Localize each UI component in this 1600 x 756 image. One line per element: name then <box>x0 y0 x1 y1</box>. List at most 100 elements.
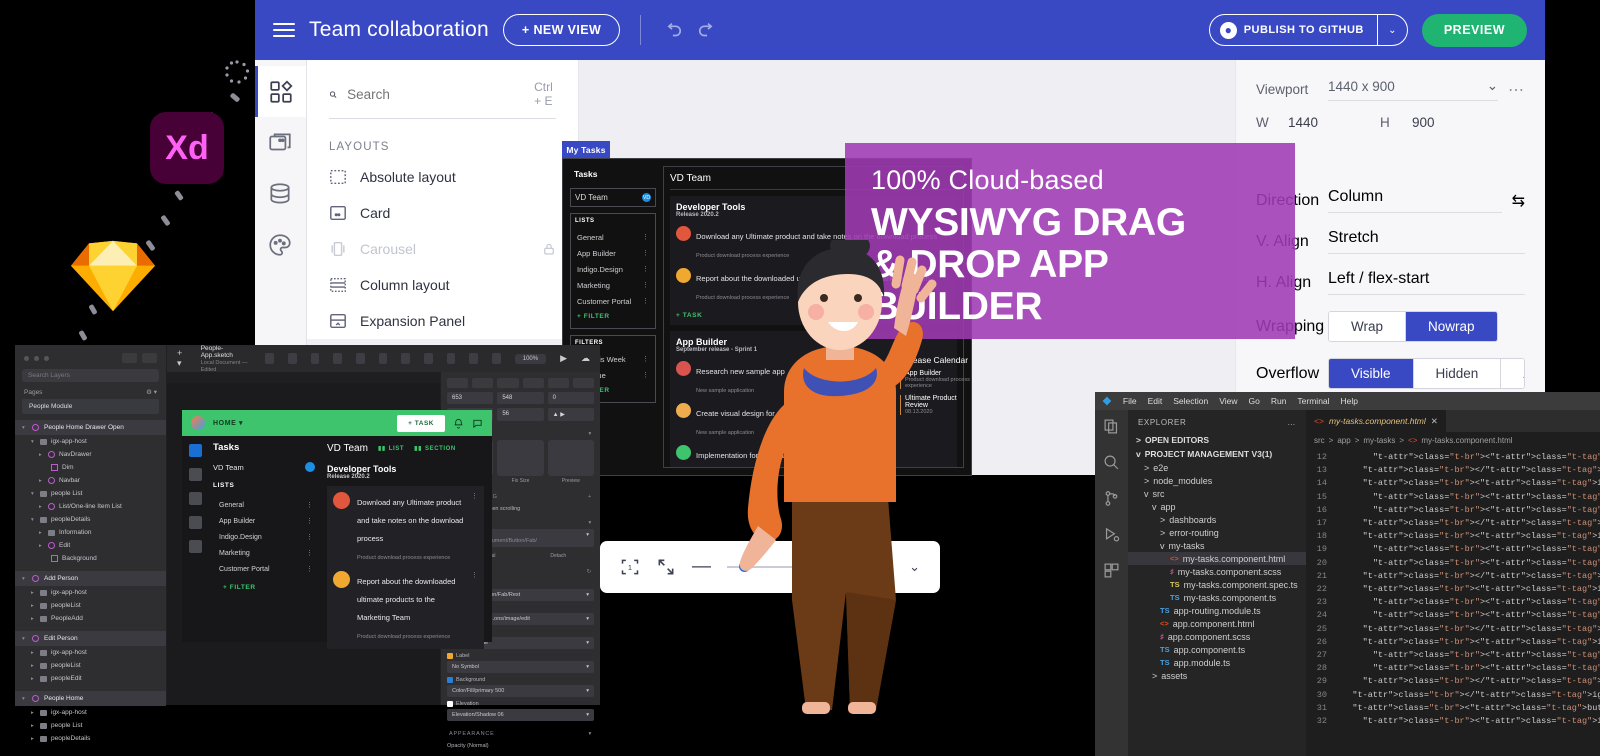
more-icon[interactable]: ⋮ <box>642 281 649 289</box>
menu-run[interactable]: Run <box>1271 396 1287 406</box>
align-left-icon[interactable] <box>447 378 469 388</box>
maximize-icon[interactable] <box>44 355 49 361</box>
width-value[interactable]: 1440 <box>1288 115 1374 130</box>
duplicate-icon[interactable] <box>469 353 479 364</box>
halign-select[interactable]: Left / flex-start <box>1328 270 1525 295</box>
insert-button[interactable]: + ▾ <box>177 348 187 369</box>
open-editors-section[interactable]: > OPEN EDITORS <box>1128 433 1306 447</box>
add-icon[interactable]: + <box>588 494 592 500</box>
layout-item-carousel[interactable]: Carousel <box>307 231 578 267</box>
ungroup-icon[interactable] <box>355 353 365 364</box>
swap-icon[interactable]: ⇆ <box>1512 191 1525 211</box>
layer-row[interactable]: ▾ people List <box>15 487 166 500</box>
more-icon[interactable]: ⋮ <box>642 355 649 363</box>
override-value[interactable]: Color/Fill/primary 500 ▾ <box>447 685 594 697</box>
close-icon[interactable]: ✕ <box>1431 416 1438 427</box>
align-center-icon[interactable] <box>472 378 494 388</box>
run-debug-icon[interactable] <box>1103 526 1120 543</box>
chevron-down-icon[interactable]: ▾ <box>586 712 589 718</box>
layer-row[interactable]: ▸ peopleList <box>15 659 166 672</box>
more-icon[interactable]: ⋮ <box>306 533 313 541</box>
resize-card-preview[interactable]: Preview <box>547 440 594 484</box>
wrapping-option-wrap[interactable]: Wrap <box>1329 312 1407 341</box>
more-icon[interactable]: ⋮ <box>306 549 313 557</box>
layout-item-absolute-layout[interactable]: Absolute layout <box>307 159 578 195</box>
explorer-icon[interactable] <box>1103 418 1120 435</box>
editor-tab[interactable]: <> my-tasks.component.html ✕ <box>1306 410 1446 432</box>
preview-add-filter[interactable]: + FILTER <box>575 309 651 324</box>
valign-select[interactable]: Stretch <box>1328 229 1525 254</box>
window-controls[interactable] <box>15 345 166 369</box>
fit-screen-icon[interactable] <box>656 557 676 577</box>
distribute-icon[interactable] <box>310 353 320 364</box>
menu-selection[interactable]: Selection <box>1173 396 1208 406</box>
layer-row[interactable]: ▸ peopleDetails <box>15 732 166 745</box>
layer-row[interactable]: ▸ List/One-line Item List <box>15 500 166 513</box>
preview-list-item[interactable]: Marketing ⋮ <box>575 277 651 293</box>
tree-row-node-modules[interactable]: > node_modules <box>1128 474 1306 487</box>
breadcrumb-app[interactable]: app <box>1337 436 1350 445</box>
link-icon[interactable] <box>423 353 433 364</box>
rail-folder-icon[interactable] <box>189 540 202 553</box>
align-bottom-icon[interactable] <box>572 378 595 388</box>
publish-main[interactable]: ● PUBLISH TO GITHUB <box>1210 15 1377 45</box>
tree-row-my-tasks[interactable]: v my-tasks <box>1128 539 1306 552</box>
extensions-icon[interactable] <box>1103 562 1120 579</box>
menu-help[interactable]: Help <box>1341 396 1358 406</box>
page-item-selected[interactable]: People Module <box>22 399 159 414</box>
layer-row[interactable]: ▸ igx-app-host <box>15 586 166 599</box>
preview-tab-my-tasks[interactable]: My Tasks <box>562 141 610 158</box>
preview-list-item[interactable]: App Builder ⋮ <box>575 245 651 261</box>
fit-selection-icon[interactable]: 1 <box>620 557 640 577</box>
breadcrumb-my-tasks[interactable]: my-tasks <box>1363 436 1395 445</box>
wrapping-option-nowrap[interactable]: Nowrap <box>1406 312 1497 341</box>
tree-row-my-tasks-html[interactable]: <> my-tasks.component.html <box>1128 552 1306 565</box>
align-top-icon[interactable] <box>522 378 544 388</box>
align-icon[interactable] <box>287 353 297 364</box>
tree-row-dashboards[interactable]: > dashboards <box>1128 513 1306 526</box>
symbol-icon[interactable] <box>401 353 410 364</box>
layer-row[interactable]: Dim <box>15 461 166 474</box>
mask-icon[interactable] <box>265 353 274 364</box>
rail-tasks-icon[interactable] <box>189 444 202 457</box>
opacity-row[interactable]: Opacity (Normal) <box>447 743 594 749</box>
overflow-segmented-control[interactable]: Visible Hidden Auto <box>1328 358 1525 389</box>
sketch-zoom-select[interactable]: 100% <box>514 353 547 364</box>
edit-icon[interactable] <box>446 353 456 364</box>
more-icon[interactable]: ⋮ <box>306 517 313 525</box>
tree-row-my-tasks-ts[interactable]: TS my-tasks.component.ts <box>1128 591 1306 604</box>
x-field[interactable]: 653 <box>447 392 494 404</box>
more-icon[interactable]: ⋮ <box>642 265 649 273</box>
more-icon[interactable]: ⋮ <box>642 249 649 257</box>
more-icon[interactable]: ⋮ <box>471 571 478 579</box>
preview-team-row[interactable]: VD Team VD <box>575 193 651 202</box>
list-item[interactable]: Customer Portal ⋮ <box>213 561 315 577</box>
home-menu[interactable]: HOME ▾ <box>213 419 243 427</box>
layers-search-input[interactable]: Search Layers <box>22 369 159 382</box>
menu-view[interactable]: View <box>1219 396 1237 406</box>
tree-row-e2e[interactable]: > e2e <box>1128 461 1306 474</box>
tree-row-app-component-ts[interactable]: TS app.component.ts <box>1128 643 1306 656</box>
grid-icon[interactable] <box>142 353 157 363</box>
rotate-icon[interactable] <box>378 353 388 364</box>
menu-edit[interactable]: Edit <box>1148 396 1163 406</box>
preview-list-item[interactable]: Customer Portal ⋮ <box>575 293 651 309</box>
search-input[interactable] <box>347 86 525 102</box>
layer-artboard-row[interactable]: ▾ People Home Drawer Open <box>15 420 166 435</box>
layer-artboard-row[interactable]: ▾ Edit Person <box>15 631 166 646</box>
rail-chart-icon[interactable] <box>189 516 202 529</box>
list-item[interactable]: Indigo.Design ⋮ <box>213 529 315 545</box>
tree-row-app-module-ts[interactable]: TS app.module.ts <box>1128 656 1306 669</box>
chevron-down-icon[interactable]: ▾ <box>586 640 589 646</box>
rotation-field[interactable]: 0 <box>547 392 594 404</box>
search-icon[interactable] <box>1103 454 1120 471</box>
chip-list[interactable]: ▮▮ LIST <box>378 445 404 453</box>
pages-settings-icon[interactable]: ⚙ ▾ <box>146 388 157 396</box>
align-right-icon[interactable] <box>497 378 519 388</box>
rail-board-icon[interactable] <box>189 468 202 481</box>
detach-button[interactable]: Detach <box>523 553 595 559</box>
tree-row-my-tasks-spec-ts[interactable]: TS my-tasks.component.spec.ts <box>1128 578 1306 591</box>
rail-item-views[interactable] <box>255 117 306 168</box>
override-value[interactable]: No Symbol ▾ <box>447 661 594 673</box>
height-value[interactable]: 900 <box>1412 115 1498 130</box>
